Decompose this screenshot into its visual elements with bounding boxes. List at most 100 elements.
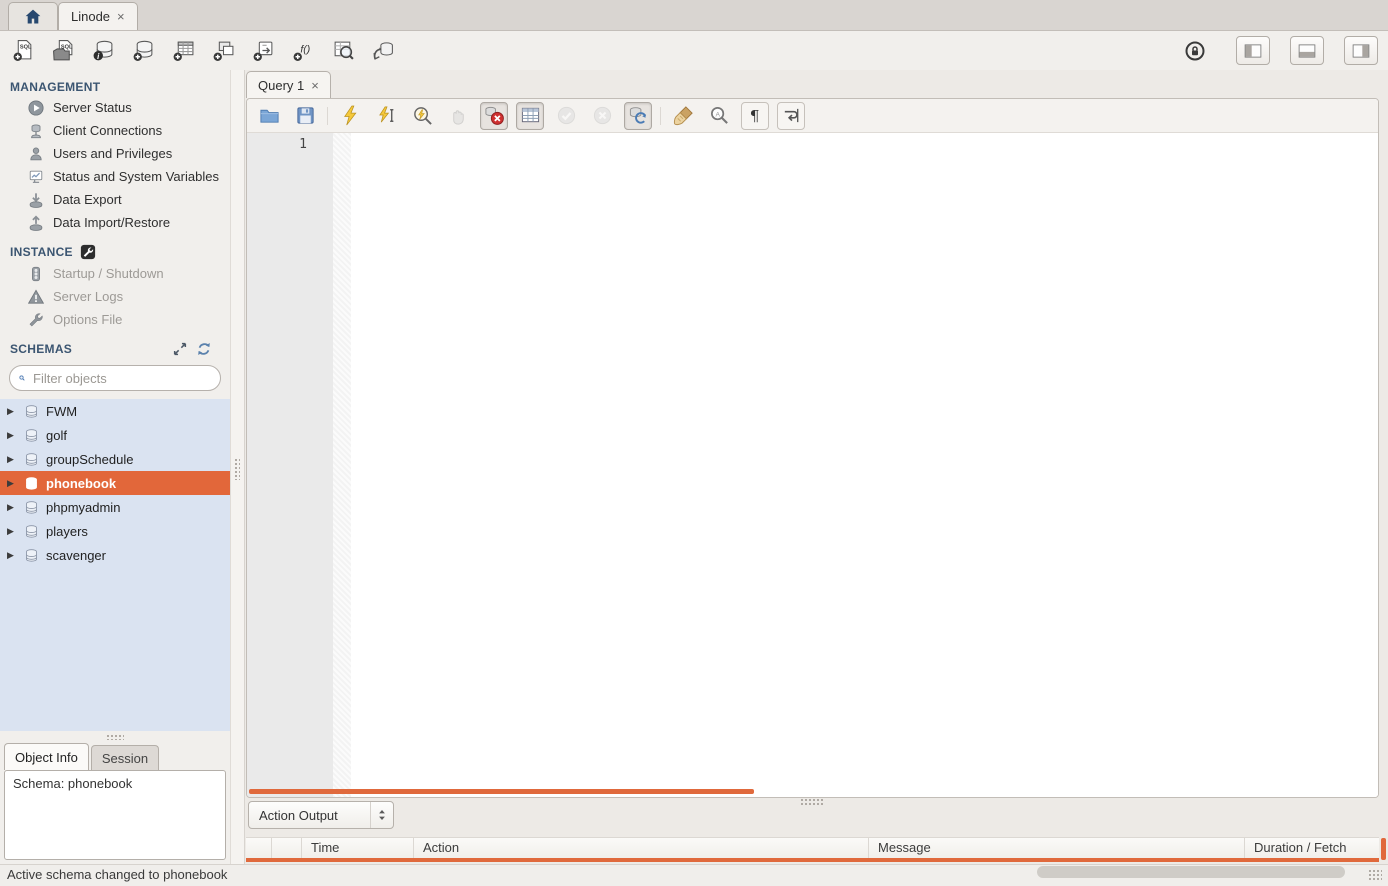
expander-icon[interactable]: ▶ [7,503,17,512]
schema-row-golf[interactable]: ▶ golf [0,423,230,447]
save-sql-script-button[interactable] [291,102,319,130]
open-folder-icon [259,105,280,126]
output-grid-header: Time Action Message Duration / Fetch [246,837,1379,858]
sidebar-splitter-handle[interactable] [0,731,230,743]
sql-editor-body[interactable]: 1 [247,133,1378,797]
selected-output-row[interactable] [246,858,1379,862]
column-header-icon[interactable] [246,838,272,858]
column-header-action[interactable]: Action [414,838,869,858]
column-header-duration[interactable]: Duration / Fetch [1245,838,1379,858]
tab-session[interactable]: Session [91,745,159,770]
sidebar-item-status-system-variables[interactable]: Status and System Variables [0,165,230,188]
toggle-stop-on-error-button[interactable] [480,102,508,130]
tab-query-1[interactable]: Query 1 × [246,71,331,98]
connection-tab-close-icon[interactable]: × [117,10,125,23]
table-plus-icon [172,39,195,62]
sidebar-item-client-connections[interactable]: Client Connections [0,119,230,142]
search-table-data-button[interactable] [330,38,356,64]
toggle-autocommit-button[interactable] [624,102,652,130]
window-resize-grip[interactable] [1368,869,1382,881]
beautify-script-button[interactable] [669,102,697,130]
connection-tab-linode[interactable]: Linode × [58,2,138,30]
column-header-index[interactable] [272,838,302,858]
sidebar-item-label: Data Export [53,192,122,207]
query-tab-label: Query 1 [258,78,304,93]
output-type-select[interactable]: Action Output [248,801,394,829]
sidebar-item-data-import[interactable]: Data Import/Restore [0,211,230,234]
refresh-schemas-icon[interactable] [196,341,212,357]
sidebar-item-options-file[interactable]: Options File [0,308,230,331]
spinner-arrows-icon[interactable] [370,802,393,828]
expander-icon[interactable]: ▶ [7,527,17,536]
toggle-bottom-panel-button[interactable] [1290,36,1324,65]
create-schema-button[interactable] [130,38,156,64]
sidebar-item-users-privileges[interactable]: Users and Privileges [0,142,230,165]
schema-icon [24,428,39,443]
sidebar-item-label: Options File [53,312,122,327]
wrench-badge-icon[interactable] [80,244,96,260]
execute-current-statement-button[interactable] [372,102,400,130]
output-horizontal-scrollbar[interactable] [1037,866,1345,878]
commit-button[interactable] [552,102,580,130]
find-magnifier-icon: A [709,105,730,126]
open-sql-script-button[interactable] [255,102,283,130]
toggle-word-wrap-button[interactable] [777,102,805,130]
schema-filter-input[interactable] [31,370,211,387]
object-info-panel: Schema: phonebook [4,770,226,860]
sidebar-item-server-status[interactable]: Server Status [0,96,230,119]
stop-query-button[interactable] [444,102,472,130]
toggle-left-panel-button[interactable] [1236,36,1270,65]
schema-inspector-button[interactable]: i [90,38,116,64]
sidebar-item-server-logs[interactable]: Server Logs [0,285,230,308]
execute-query-button[interactable] [336,102,364,130]
output-vertical-scrollbar[interactable] [1381,838,1386,860]
sql-text-area[interactable] [351,133,1378,797]
expander-icon[interactable]: ▶ [7,455,17,464]
sidebar-main-splitter[interactable] [230,70,245,864]
toggle-invisible-characters-button[interactable]: ¶ [741,102,769,130]
create-function-button[interactable]: f() [290,38,316,64]
rollback-button[interactable] [588,102,616,130]
create-procedure-button[interactable] [250,38,276,64]
expander-icon[interactable]: ▶ [7,431,17,440]
home-tab[interactable] [8,2,58,30]
schema-row-phpmyadmin[interactable]: ▶ phpmyadmin [0,495,230,519]
toggle-right-panel-button[interactable] [1344,36,1378,65]
sidebar-item-data-export[interactable]: Data Export [0,188,230,211]
schema-row-scavenger[interactable]: ▶ scavenger [0,543,230,567]
new-query-tab-button[interactable]: SQL [10,38,36,64]
find-panel-button[interactable]: A [705,102,733,130]
lock-status-button[interactable] [1182,38,1208,64]
output-select-value: Action Output [249,808,370,823]
create-view-button[interactable] [210,38,236,64]
schema-filter-box[interactable] [9,365,221,391]
expand-schemas-icon[interactable] [172,341,188,357]
schema-row-players[interactable]: ▶ players [0,519,230,543]
sidebar-item-label: Client Connections [53,123,162,138]
tab-object-info[interactable]: Object Info [4,743,89,770]
column-header-message[interactable]: Message [869,838,1245,858]
save-icon [295,105,316,126]
query-tab-strip: Query 1 × [245,70,1388,98]
schema-row-groupschedule[interactable]: ▶ groupSchedule [0,447,230,471]
code-folding-margin [333,133,351,797]
open-sql-file-button[interactable]: SQL [50,38,76,64]
explain-plan-button[interactable] [408,102,436,130]
column-header-time[interactable]: Time [302,838,414,858]
schema-row-fwm[interactable]: ▶ FWM [0,399,230,423]
sidebar-item-startup-shutdown[interactable]: Startup / Shutdown [0,262,230,285]
schema-row-phonebook[interactable]: ▶ phonebook [0,471,230,495]
create-table-button[interactable] [170,38,196,64]
sidebar-item-label: Startup / Shutdown [53,266,164,281]
expander-icon[interactable]: ▶ [7,551,17,560]
expander-icon[interactable]: ▶ [7,407,17,416]
editor-horizontal-scrollbar[interactable] [249,789,754,794]
reconnect-dbms-button[interactable] [370,38,396,64]
management-title-text: MANAGEMENT [10,80,100,94]
limit-rows-icon [520,105,541,126]
query-tab-close-icon[interactable]: × [311,78,319,93]
expander-icon[interactable]: ▶ [7,479,17,488]
users-icon [28,146,44,162]
mysql-workbench-window: Linode × SQL SQL i f() MANAGEMENT Server… [0,0,1388,886]
limit-rows-button[interactable] [516,102,544,130]
